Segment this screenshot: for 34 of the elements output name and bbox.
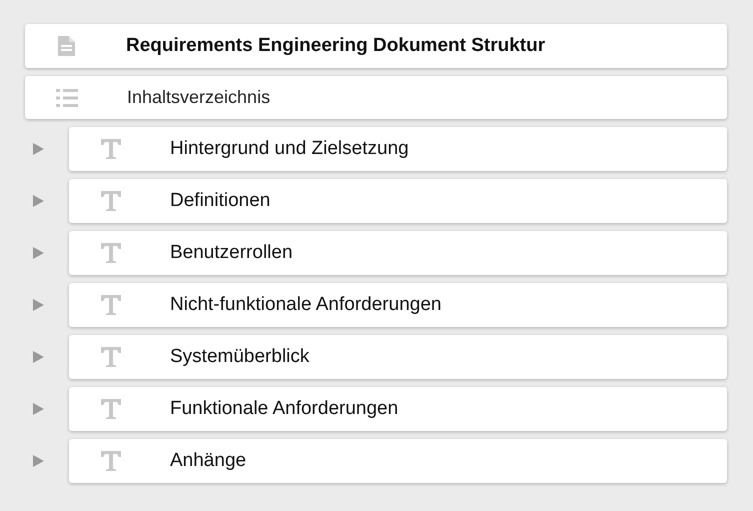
caret-right-icon[interactable] (33, 195, 44, 207)
section-label: Anhänge (170, 448, 246, 473)
section-row[interactable]: Hintergrund und Zielsetzung (69, 127, 727, 171)
caret-right-icon[interactable] (33, 455, 44, 467)
toc-label: Inhaltsverzeichnis (127, 86, 270, 109)
caret-right-icon[interactable] (33, 247, 44, 259)
section-label: Benutzerrollen (170, 240, 293, 265)
text-icon (100, 450, 122, 472)
text-icon (100, 294, 122, 316)
section-label: Hintergrund und Zielsetzung (170, 136, 409, 161)
text-icon (100, 138, 122, 160)
section-label: Definitionen (170, 188, 270, 213)
section-label: Systemüberblick (170, 344, 310, 369)
text-icon (100, 190, 122, 212)
document-title: Requirements Engineering Dokument Struktur (126, 34, 546, 58)
section-row[interactable]: Anhänge (69, 439, 727, 483)
section-row[interactable]: Definitionen (69, 179, 727, 223)
section-row[interactable]: Nicht-funktionale Anforderungen (69, 283, 727, 327)
text-icon (100, 346, 122, 368)
document-icon (57, 35, 76, 57)
document-header[interactable]: Requirements Engineering Dokument Struktur (25, 24, 727, 68)
section-row[interactable]: Systemüberblick (69, 335, 727, 379)
section-label: Funktionale Anforderungen (170, 396, 398, 421)
text-icon (100, 242, 122, 264)
text-icon (100, 398, 122, 420)
toc-row[interactable]: Inhaltsverzeichnis (25, 76, 727, 119)
section-row[interactable]: Funktionale Anforderungen (69, 387, 727, 431)
section-row[interactable]: Benutzerrollen (69, 231, 727, 275)
caret-right-icon[interactable] (33, 403, 44, 415)
caret-right-icon[interactable] (33, 351, 44, 363)
caret-right-icon[interactable] (33, 143, 44, 155)
list-icon (56, 88, 78, 108)
caret-right-icon[interactable] (33, 299, 44, 311)
section-label: Nicht-funktionale Anforderungen (170, 292, 442, 317)
